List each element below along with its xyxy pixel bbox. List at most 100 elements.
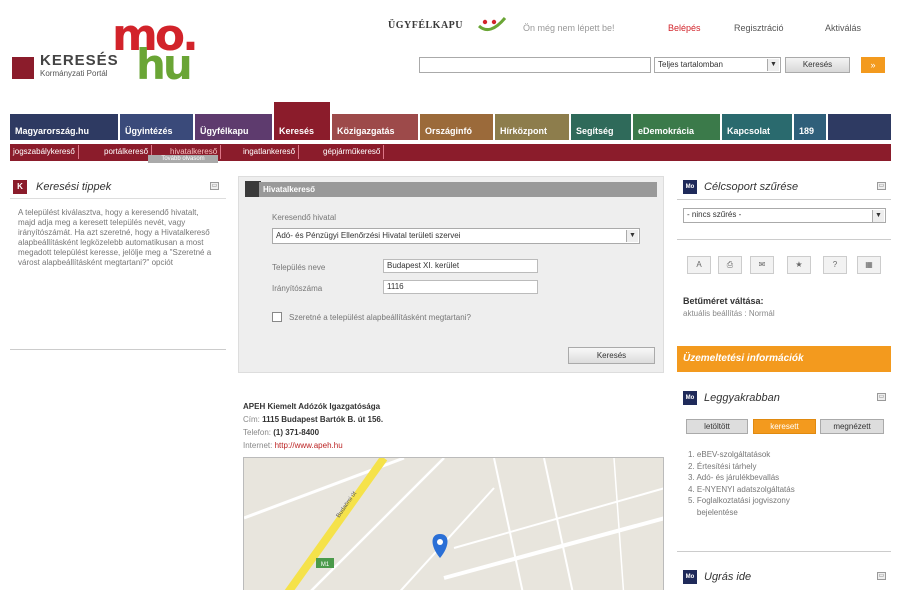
subnav-portalkereso[interactable]: portálkereső	[101, 145, 153, 159]
tab-edemokracia[interactable]: eDemokrácia	[633, 114, 720, 140]
road-badge-label: M1	[321, 562, 330, 568]
sub-nav: jogszabálykereső portálkereső hivatalker…	[10, 144, 891, 161]
office-select-value: Adó- és Pénzügyi Ellenőrzési Hivatal ter…	[276, 231, 461, 240]
popular-list: 1. eBEV-szolgáltatások 2. Értesítési tár…	[688, 449, 795, 518]
login-link[interactable]: Belépés	[668, 23, 701, 33]
office-search-form: Hivatalkereső	[238, 176, 664, 373]
font-size-current: aktuális beállítás : Normál	[683, 309, 775, 318]
sitemap-icon[interactable]: ▦	[857, 256, 881, 274]
tab-kapcsolat[interactable]: Kapcsolat	[722, 114, 792, 140]
chevron-down-icon: ▼	[767, 59, 779, 71]
help-icon[interactable]: ?	[823, 256, 847, 274]
subnav-ingatlankereso[interactable]: ingatlankereső	[240, 145, 300, 159]
office-search-button[interactable]: Keresés	[568, 347, 655, 364]
logo-title[interactable]: KERESÉS	[40, 52, 119, 69]
tab-kereses[interactable]: Keresés	[274, 102, 330, 140]
search-scope-value: Teljes tartalomban	[658, 60, 723, 69]
phone-value: (1) 371-8400	[273, 428, 320, 437]
tab-ugyfelkapu[interactable]: Ügyfélkapu	[195, 114, 272, 140]
location-map[interactable]: M1 Budaörsi út	[243, 457, 664, 590]
map-pin-dot	[437, 539, 443, 545]
target-group-title: Célcsoport szűrése	[704, 181, 799, 193]
email-icon[interactable]: ✉	[750, 256, 774, 274]
login-status: Ön még nem lépett be!	[523, 23, 615, 33]
goto-icon: Mo	[683, 570, 697, 584]
collapse-icon[interactable]: ▭	[877, 393, 886, 401]
logo-square-icon	[12, 57, 34, 79]
collapse-icon[interactable]: ▭	[877, 572, 886, 580]
tab-viewed[interactable]: megnézett	[820, 419, 884, 434]
subnav-gepjarmukereso[interactable]: gépjárműkereső	[320, 145, 385, 159]
font-size-title: Betűméret váltása:	[683, 296, 764, 306]
search-scope-select[interactable]: Teljes tartalomban ▼	[654, 57, 781, 73]
list-item[interactable]: 4. E-NYENYI adatszolgáltatás	[688, 484, 795, 496]
tips-text: A települést kiválasztva, hogy a keresen…	[18, 208, 212, 267]
list-item[interactable]: 5. Foglalkoztatási jogviszony	[688, 495, 795, 507]
zip-input[interactable]: 1116	[383, 280, 538, 294]
search-input[interactable]	[419, 57, 651, 73]
tab-downloaded[interactable]: letöltött	[686, 419, 748, 434]
target-group-select[interactable]: - nincs szűrés - ▼	[683, 208, 886, 223]
print-icon[interactable]: ⎙	[718, 256, 742, 274]
list-item[interactable]: bejelentése	[688, 507, 795, 519]
web-link[interactable]: http://www.apeh.hu	[275, 441, 343, 450]
phone-label: Telefon:	[243, 428, 272, 437]
tab-searched[interactable]: keresett	[753, 419, 816, 434]
divider	[677, 551, 891, 552]
activate-link[interactable]: Aktiválás	[825, 23, 861, 33]
tips-icon: K	[13, 180, 27, 194]
chevron-down-icon: ▼	[872, 210, 884, 222]
search-tips-panel: K Keresési tippek ▭ A települést kiválas…	[10, 176, 226, 350]
list-item[interactable]: 3. Adó- és járulékbevallás	[688, 472, 795, 484]
city-input[interactable]: Budapest XI. kerület	[383, 259, 538, 273]
operations-info-button[interactable]: Üzemeltetési információk	[677, 346, 891, 372]
city-label: Település neve	[272, 263, 326, 272]
tab-hirkozpont[interactable]: Hírközpont	[495, 114, 569, 140]
logo-hu[interactable]: hu	[136, 40, 193, 89]
divider	[677, 199, 891, 200]
popular-icon: Mo	[683, 391, 697, 405]
subnav-jogszabalykereso[interactable]: jogszabálykereső	[10, 145, 79, 159]
collapse-icon[interactable]: ▭	[877, 182, 886, 190]
tab-segitseg[interactable]: Segítség	[571, 114, 631, 140]
zip-label: Irányítószáma	[272, 284, 323, 293]
chevron-down-icon: ▼	[626, 230, 638, 242]
tab-189[interactable]: 189	[794, 114, 826, 140]
list-item[interactable]: 1. eBEV-szolgáltatások	[688, 449, 795, 461]
register-link[interactable]: Regisztráció	[734, 23, 784, 33]
tab-ugyintezes[interactable]: Ügyintézés	[120, 114, 193, 140]
web-label: Internet:	[243, 441, 273, 450]
font-size-icon[interactable]: A	[687, 256, 711, 274]
collapse-icon[interactable]: ▭	[210, 182, 219, 190]
tips-more-button[interactable]: Tovább olvasom	[148, 155, 218, 163]
office-select[interactable]: Adó- és Pénzügyi Ellenőrzési Hivatal ter…	[272, 228, 640, 244]
address-label: Cím:	[243, 415, 260, 424]
ugyfelkapu-smile-icon	[477, 17, 507, 32]
map-canvas: M1 Budaörsi út	[244, 458, 663, 590]
search-go-button[interactable]: »	[861, 57, 885, 73]
result-name: APEH Kiemelt Adózók Igazgatósága	[243, 402, 381, 411]
default-city-checkbox[interactable]	[272, 312, 282, 322]
address-value: 1115 Budapest Bartók B. út 156.	[262, 415, 384, 424]
bookmark-icon[interactable]: ★	[787, 256, 811, 274]
result-phone: Telefon: (1) 371-8400	[243, 428, 319, 437]
divider	[10, 198, 226, 199]
search-button[interactable]: Keresés	[785, 57, 850, 73]
logo-subtitle: Kormányzati Portál	[40, 69, 108, 78]
list-item[interactable]: 2. Értesítési tárhely	[688, 461, 795, 473]
divider	[677, 239, 891, 240]
goto-title: Ugrás ide	[704, 571, 752, 583]
ugyfelkapu-logo[interactable]: ÜGYFÉLKAPU	[388, 20, 463, 31]
tab-magyarorszag[interactable]: Magyarország.hu	[10, 114, 118, 140]
office-label: Keresendő hivatal	[272, 213, 337, 222]
result-web: Internet: http://www.apeh.hu	[243, 441, 343, 450]
popular-title: Leggyakrabban	[704, 392, 780, 404]
page: KERESÉS Kormányzati Portál mo. hu ÜGYFÉL…	[0, 0, 909, 590]
result-address: Cím: 1115 Budapest Bartók B. út 156.	[243, 415, 383, 424]
target-group-icon: Mo	[683, 180, 697, 194]
tab-orszaginfo[interactable]: Országinfó	[420, 114, 493, 140]
tab-filler	[828, 114, 891, 140]
form-title: Hivatalkereső	[259, 182, 657, 197]
default-city-label: Szeretné a települést alapbeállításként …	[289, 313, 471, 322]
tab-kozigazgatas[interactable]: Közigazgatás	[332, 114, 418, 140]
